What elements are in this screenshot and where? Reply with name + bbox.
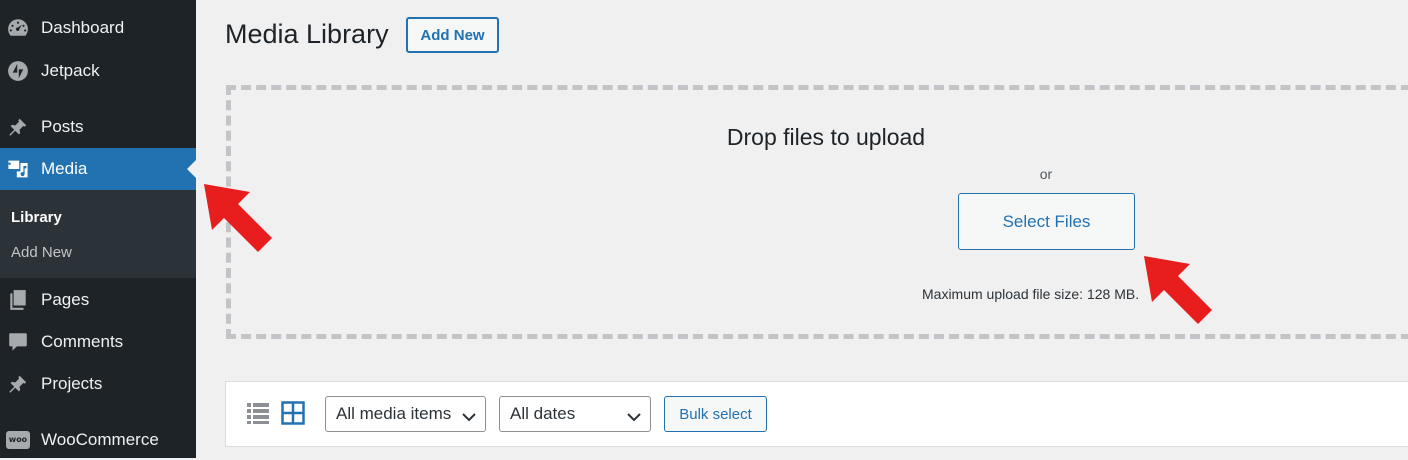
- sidebar-item-jetpack[interactable]: Jetpack: [0, 51, 196, 91]
- media-submenu: Library Add New: [0, 190, 196, 278]
- sidebar-item-woocommerce[interactable]: woo WooCommerce: [0, 420, 196, 460]
- red-arrow-icon: [204, 184, 272, 252]
- jetpack-icon: [6, 59, 30, 83]
- dashboard-icon: [6, 16, 30, 40]
- grid-view-icon[interactable]: [281, 401, 305, 425]
- or-separator: or: [1039, 166, 1053, 182]
- woo-badge: woo: [6, 431, 30, 449]
- bulk-select-button[interactable]: Bulk select: [664, 396, 767, 432]
- pages-icon: [6, 288, 30, 312]
- sidebar-item-dashboard[interactable]: Dashboard: [0, 8, 196, 48]
- admin-sidebar: Dashboard Jetpack Posts Media Library Ad…: [0, 0, 196, 458]
- pushpin-icon: [6, 372, 30, 396]
- sidebar-item-projects[interactable]: Projects: [0, 364, 196, 404]
- media-type-filter[interactable]: All media items: [325, 396, 486, 432]
- page-title: Media Library: [225, 19, 389, 49]
- date-filter[interactable]: All dates: [499, 396, 651, 432]
- sidebar-item-label: Projects: [41, 374, 103, 393]
- add-new-button[interactable]: Add New: [406, 17, 499, 53]
- sidebar-item-media[interactable]: Media: [0, 148, 196, 190]
- submenu-item-add-new[interactable]: Add New: [11, 244, 72, 261]
- red-arrow-icon: [1144, 256, 1212, 324]
- chevron-down-icon: [462, 408, 476, 428]
- list-view-icon[interactable]: [246, 401, 270, 425]
- sidebar-item-comments[interactable]: Comments: [0, 322, 196, 362]
- submenu-item-library[interactable]: Library: [11, 209, 62, 226]
- max-upload-size-text: Maximum upload file size: 128 MB.: [922, 286, 1140, 302]
- sidebar-item-label: Dashboard: [41, 18, 125, 37]
- media-type-filter-value: All media items: [336, 404, 452, 423]
- sidebar-item-label: Media: [41, 159, 88, 178]
- media-icon: [6, 157, 30, 181]
- drop-files-heading: Drop files to upload: [726, 124, 926, 150]
- sidebar-item-label: WooCommerce: [41, 430, 159, 449]
- comment-icon: [6, 330, 30, 354]
- date-filter-value: All dates: [510, 404, 576, 423]
- sidebar-item-label: Pages: [41, 290, 90, 309]
- sidebar-item-label: Comments: [41, 332, 124, 351]
- select-files-button[interactable]: Select Files: [958, 193, 1135, 250]
- pushpin-icon: [6, 115, 30, 139]
- woocommerce-icon: woo: [6, 428, 30, 452]
- sidebar-item-label: Jetpack: [41, 61, 100, 80]
- chevron-down-icon: [627, 408, 641, 428]
- sidebar-item-label: Posts: [41, 117, 84, 136]
- sidebar-item-pages[interactable]: Pages: [0, 280, 196, 320]
- sidebar-item-posts[interactable]: Posts: [0, 107, 196, 147]
